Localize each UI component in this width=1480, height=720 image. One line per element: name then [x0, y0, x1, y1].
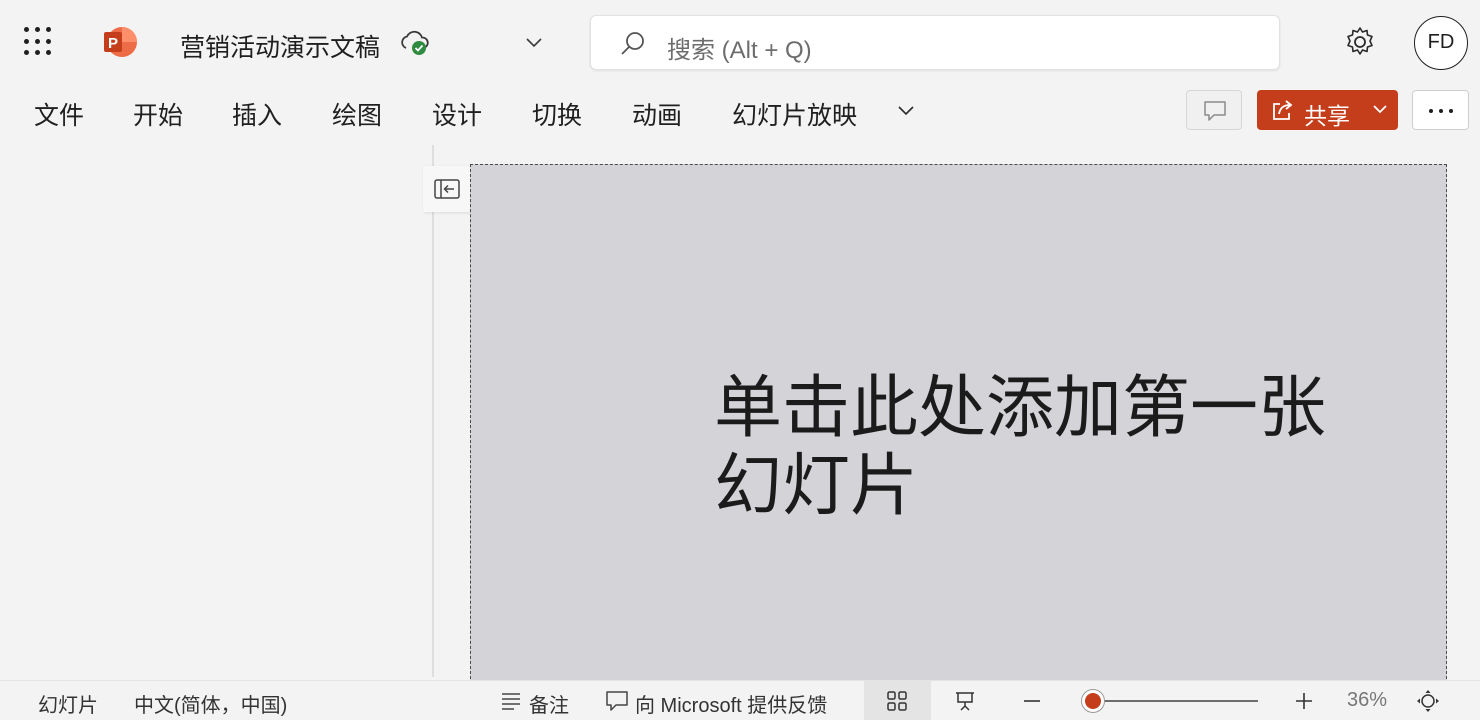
- app-launcher-icon[interactable]: [24, 27, 54, 57]
- comment-icon: [1204, 101, 1226, 121]
- search-placeholder: 搜索 (Alt + Q): [667, 37, 812, 64]
- tab-insert[interactable]: 插入: [232, 96, 282, 132]
- share-icon: [1273, 100, 1293, 120]
- title-bar: P 营销活动演示文稿 搜索 (Alt + Q) FD: [0, 0, 1480, 84]
- language-indicator[interactable]: 中文(简体，中国): [134, 689, 287, 718]
- slide-count-label: 幻灯片: [38, 695, 98, 717]
- zoom-out-icon[interactable]: [1022, 691, 1042, 711]
- powerpoint-logo-icon: P: [104, 27, 137, 57]
- more-options-button[interactable]: [1412, 90, 1469, 130]
- notes-icon[interactable]: [500, 691, 522, 711]
- feedback-icon[interactable]: [605, 690, 629, 712]
- search-icon: [621, 32, 644, 55]
- tab-home[interactable]: 开始: [133, 96, 183, 132]
- slide-thumbnail-pane[interactable]: [0, 145, 432, 677]
- user-avatar[interactable]: FD: [1414, 16, 1468, 70]
- document-title[interactable]: 营销活动演示文稿: [180, 28, 380, 64]
- share-label: 共享: [1304, 103, 1350, 129]
- fit-to-window-icon[interactable]: [1416, 689, 1440, 713]
- more-tabs-chevron-icon[interactable]: [894, 98, 918, 122]
- search-box[interactable]: 搜索 (Alt + Q): [590, 15, 1280, 70]
- ribbon-tabs: 文件 开始 插入 绘图 设计 切换 动画 幻灯片放映 共享: [0, 84, 1480, 140]
- status-bar: 幻灯片 中文(简体，中国) 备注 向 Microsoft 提供反馈 36%: [0, 680, 1480, 720]
- tab-animations[interactable]: 动画: [632, 96, 682, 132]
- normal-view-button[interactable]: [864, 681, 931, 720]
- zoom-slider-thumb[interactable]: [1082, 690, 1104, 712]
- zoom-slider-track[interactable]: [1092, 700, 1258, 702]
- tab-draw[interactable]: 绘图: [332, 96, 382, 132]
- feedback-link[interactable]: 向 Microsoft 提供反馈: [635, 689, 827, 718]
- pane-divider[interactable]: [432, 145, 434, 677]
- chevron-down-icon: [1373, 105, 1387, 114]
- tab-design[interactable]: 设计: [432, 96, 482, 132]
- collapse-pane-icon: [434, 179, 460, 199]
- tab-file[interactable]: 文件: [34, 96, 84, 132]
- gear-icon[interactable]: [1343, 25, 1377, 59]
- svg-text:P: P: [108, 35, 118, 52]
- comments-button[interactable]: [1186, 90, 1242, 130]
- presenter-view-icon[interactable]: [953, 689, 977, 713]
- slide-canvas[interactable]: 单击此处添加第一张幻灯片: [470, 164, 1447, 684]
- cloud-saved-icon[interactable]: [398, 27, 432, 59]
- grid-view-icon: [887, 691, 907, 711]
- chevron-down-icon[interactable]: [522, 30, 546, 54]
- share-button[interactable]: 共享: [1257, 90, 1398, 130]
- slide-title-placeholder[interactable]: 单击此处添加第一张幻灯片: [714, 370, 1334, 526]
- notes-label[interactable]: 备注: [529, 689, 569, 718]
- tab-transitions[interactable]: 切换: [532, 96, 582, 132]
- tab-slideshow[interactable]: 幻灯片放映: [732, 96, 857, 132]
- zoom-percent[interactable]: 36%: [1347, 689, 1387, 712]
- collapse-pane-button[interactable]: [423, 166, 473, 212]
- zoom-in-icon[interactable]: [1294, 691, 1314, 711]
